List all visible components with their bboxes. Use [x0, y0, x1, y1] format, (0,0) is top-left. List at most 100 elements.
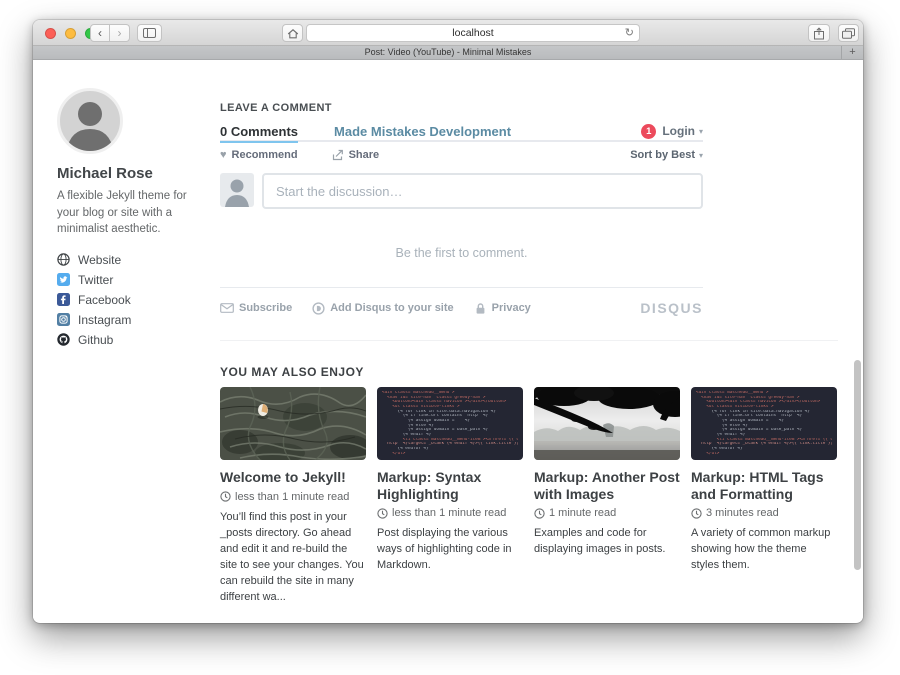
- chevron-down-icon: ▾: [699, 127, 703, 136]
- disqus-actions-row: ♥ Recommend Share Sort by Best ▾: [220, 149, 703, 161]
- home-icon: [287, 28, 299, 39]
- tabs-icon: [842, 28, 855, 39]
- sidebar-link-label: Instagram: [78, 313, 131, 327]
- related-post-card: <div class="masthead__menu"> <nav id="si…: [377, 387, 523, 605]
- add-disqus-link[interactable]: Add Disqus to your site: [312, 302, 453, 315]
- sidebar-link-github[interactable]: Github: [57, 330, 211, 350]
- back-button[interactable]: ‹: [90, 24, 110, 42]
- tab-comment-count[interactable]: 0 Comments: [220, 124, 298, 139]
- share-button[interactable]: [808, 24, 830, 42]
- login-label: Login: [662, 124, 695, 138]
- tab-forum-name[interactable]: Made Mistakes Development: [334, 124, 511, 139]
- author-links: Website Twitter Facebook Instagram Githu…: [57, 250, 211, 350]
- login-menu[interactable]: 1 Login ▾: [641, 124, 703, 139]
- read-time: less than 1 minute read: [220, 491, 366, 503]
- sidebar-link-label: Facebook: [78, 293, 131, 307]
- read-time: 3 minutes read: [691, 507, 837, 519]
- browser-toolbar: ‹ › localhost ↻: [33, 20, 863, 46]
- post-title-link[interactable]: Markup: HTML Tags and Formatting: [691, 469, 837, 502]
- read-time-label: less than 1 minute read: [235, 491, 349, 503]
- sidebar-toggle-button[interactable]: [137, 24, 162, 42]
- sidebar-link-facebook[interactable]: Facebook: [57, 290, 211, 310]
- twitter-icon: [57, 273, 70, 286]
- sidebar-link-label: Website: [78, 253, 121, 267]
- close-window-button[interactable]: [45, 28, 56, 39]
- post-thumbnail-code[interactable]: <div class="masthead__menu"> <nav id="si…: [377, 387, 523, 460]
- divider: [220, 340, 838, 341]
- home-button[interactable]: [282, 24, 303, 42]
- active-tab[interactable]: Post: Video (YouTube) - Minimal Mistakes: [365, 47, 532, 57]
- minimize-window-button[interactable]: [65, 28, 76, 39]
- recommend-label: Recommend: [232, 149, 298, 161]
- author-avatar: [57, 88, 123, 154]
- scrollbar-thumb[interactable]: [854, 360, 861, 570]
- sidebar-link-label: Twitter: [78, 273, 113, 287]
- read-time: less than 1 minute read: [377, 507, 523, 519]
- facebook-icon: [57, 293, 70, 306]
- comments-heading: LEAVE A COMMENT: [220, 102, 703, 114]
- post-excerpt: Post displaying the various ways of high…: [377, 525, 523, 573]
- recommend-button[interactable]: ♥ Recommend: [220, 149, 298, 161]
- share-icon: [813, 27, 825, 40]
- post-thumbnail-moss[interactable]: [220, 387, 366, 460]
- sidebar-link-website[interactable]: Website: [57, 250, 211, 270]
- clock-icon: [534, 508, 545, 519]
- sidebar-link-twitter[interactable]: Twitter: [57, 270, 211, 290]
- post-excerpt: A variety of common markup showing how t…: [691, 525, 837, 573]
- related-post-card: <div class="masthead__menu"> <nav id="si…: [691, 387, 837, 605]
- subscribe-link[interactable]: Subscribe: [220, 302, 292, 314]
- read-time: 1 minute read: [534, 507, 680, 519]
- disqus-footer: Subscribe Add Disqus to your site Privac…: [220, 300, 703, 316]
- post-thumbnail-fog[interactable]: [534, 387, 680, 460]
- address-bar[interactable]: localhost ↻: [306, 24, 640, 42]
- post-title-link[interactable]: Markup: Another Post with Images: [534, 469, 680, 502]
- comment-input[interactable]: [262, 173, 703, 209]
- history-nav: ‹ ›: [90, 24, 130, 42]
- clock-icon: [220, 491, 231, 502]
- forward-button[interactable]: ›: [110, 24, 130, 42]
- envelope-icon: [220, 303, 234, 313]
- chevron-right-icon: ›: [118, 26, 122, 41]
- read-time-label: 3 minutes read: [706, 507, 779, 519]
- disqus-bubble-icon: [312, 302, 325, 315]
- clock-icon: [691, 508, 702, 519]
- disqus-header: 0 Comments Made Mistakes Development 1 L…: [220, 124, 703, 142]
- reload-icon[interactable]: ↻: [625, 25, 634, 41]
- heart-icon: ♥: [220, 149, 227, 161]
- privacy-link[interactable]: Privacy: [474, 302, 531, 315]
- sort-menu[interactable]: Sort by Best ▾: [630, 149, 703, 161]
- chevron-down-icon: ▾: [699, 151, 703, 160]
- share-label: Share: [349, 149, 380, 161]
- chevron-left-icon: ‹: [98, 26, 102, 41]
- instagram-icon: [57, 313, 70, 326]
- sidebar-link-instagram[interactable]: Instagram: [57, 310, 211, 330]
- author-bio: A flexible Jekyll theme for your blog or…: [57, 188, 211, 238]
- show-all-tabs-button[interactable]: [838, 24, 859, 42]
- url-text: localhost: [452, 27, 493, 39]
- share-arrow-icon: [332, 149, 344, 161]
- disqus-logo[interactable]: DISQUS: [640, 300, 703, 316]
- comment-composer: [220, 173, 703, 209]
- related-heading: YOU MAY ALSO ENJOY: [220, 365, 838, 379]
- privacy-label: Privacy: [492, 302, 531, 314]
- share-menu[interactable]: Share: [332, 149, 380, 161]
- new-tab-button[interactable]: +: [841, 46, 863, 59]
- post-thumbnail-code[interactable]: <div class="masthead__menu"> <nav id="si…: [691, 387, 837, 460]
- clock-icon: [377, 508, 388, 519]
- related-post-card: Markup: Another Post with Images 1 minut…: [534, 387, 680, 605]
- tab-bar: Post: Video (YouTube) - Minimal Mistakes…: [33, 46, 863, 60]
- post-excerpt: Examples and code for displaying images …: [534, 525, 680, 557]
- sidebar-icon: [143, 28, 156, 38]
- post-title-link[interactable]: Markup: Syntax Highlighting: [377, 469, 523, 502]
- related-posts-section: YOU MAY ALSO ENJOY: [220, 365, 838, 605]
- sidebar-link-label: Github: [78, 333, 113, 347]
- author-name: Michael Rose: [57, 165, 211, 182]
- post-excerpt: You’ll find this post in your _posts dir…: [220, 509, 366, 605]
- globe-icon: [57, 253, 70, 266]
- read-time-label: less than 1 minute read: [392, 507, 506, 519]
- notification-badge[interactable]: 1: [641, 124, 656, 139]
- post-title-link[interactable]: Welcome to Jekyll!: [220, 469, 366, 486]
- comments-section: LEAVE A COMMENT 0 Comments Made Mistakes…: [220, 102, 703, 316]
- window-controls: [45, 28, 96, 39]
- sort-label: Sort by Best: [630, 149, 695, 161]
